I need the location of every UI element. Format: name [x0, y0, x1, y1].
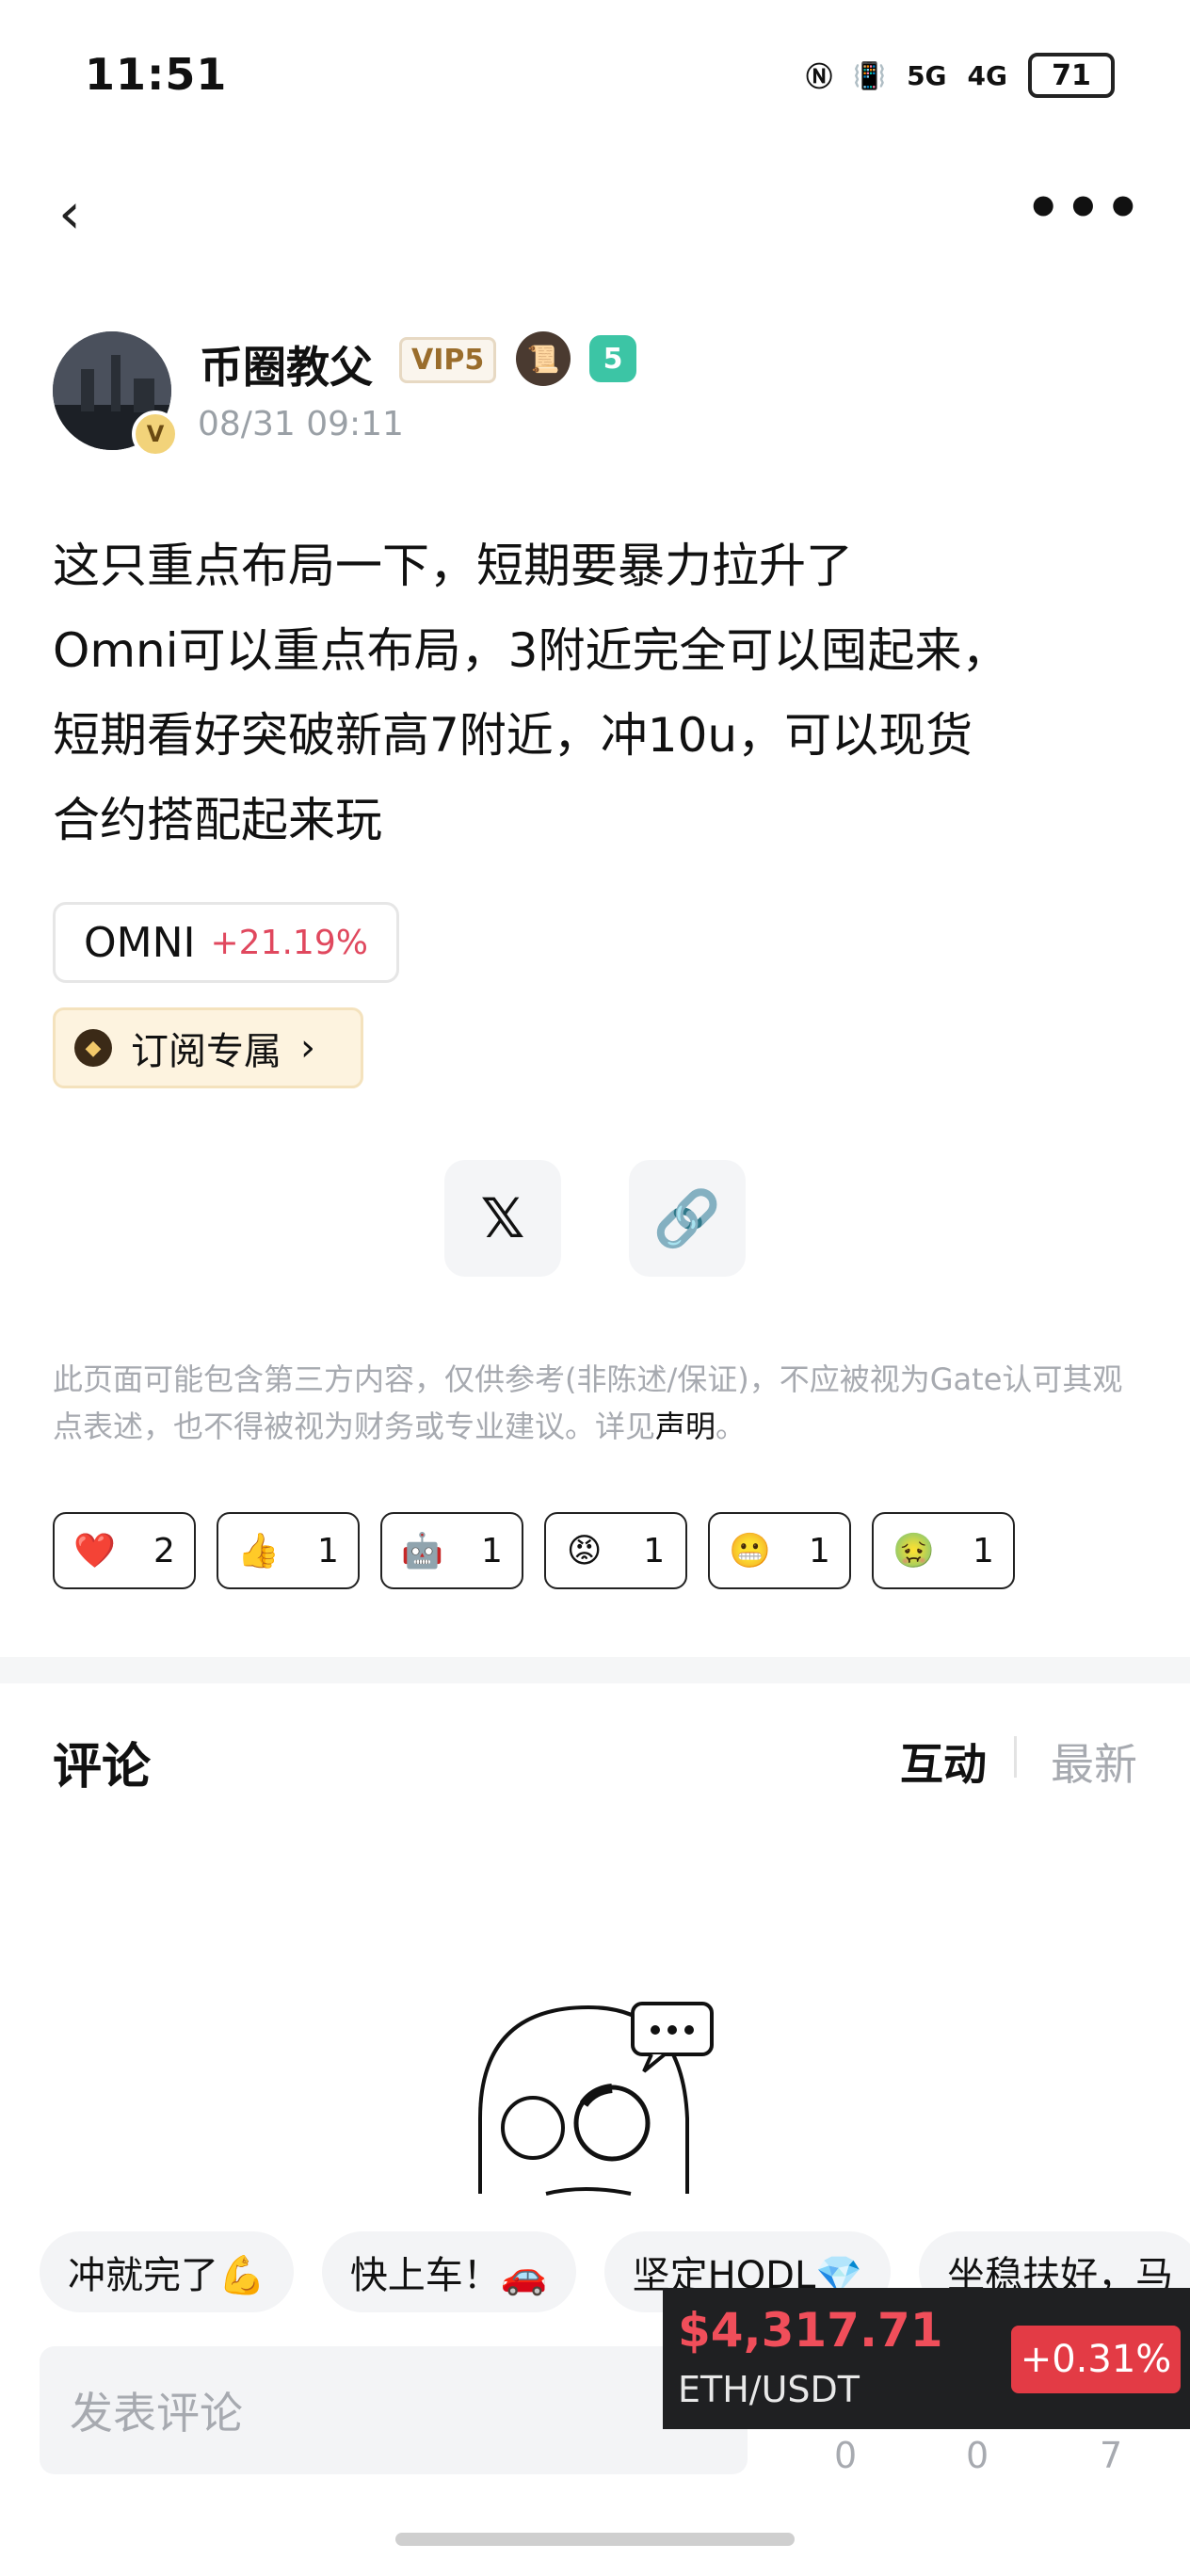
nfc-icon: Ⓝ — [806, 61, 833, 92]
diamond-icon: ◆ — [74, 1029, 112, 1067]
reaction-grimace[interactable]: 😬 1 — [708, 1512, 851, 1589]
home-indicator[interactable] — [395, 2533, 795, 2546]
copy-link-button[interactable]: 🔗 — [629, 1160, 746, 1277]
tab-interaction[interactable]: 互动 — [900, 1731, 987, 1793]
share-x-button[interactable]: 𝕏 — [444, 1160, 561, 1277]
coin-tag[interactable]: OMNI +21.19% — [53, 902, 399, 983]
battery-icon: 71 — [1028, 53, 1115, 98]
reaction-count: 1 — [809, 1531, 830, 1570]
x-icon: 𝕏 — [480, 1186, 525, 1250]
link-icon: 🔗 — [652, 1185, 722, 1250]
tab-divider — [1014, 1736, 1017, 1778]
subscribe-label: 订阅专属 — [131, 1030, 281, 1073]
status-icons: Ⓝ 📳 5G 4G 71 — [806, 53, 1115, 98]
share-count: 0 — [966, 2435, 989, 2476]
reaction-angry[interactable]: 😡 1 — [544, 1512, 687, 1589]
ticker-change: +0.31% — [1011, 2326, 1181, 2393]
reaction-hodl[interactable]: 🤖 1 — [380, 1512, 523, 1589]
reaction-count: 1 — [643, 1531, 666, 1570]
coin-name: OMNI — [84, 918, 196, 967]
section-divider — [0, 1657, 1190, 1683]
angry-icon: 😡 — [566, 1531, 603, 1570]
back-icon[interactable]: ‹ — [58, 181, 81, 247]
subscribe-button[interactable]: ◆ 订阅专属 › — [53, 1007, 363, 1088]
reaction-count: 1 — [481, 1531, 503, 1570]
vip-badge[interactable]: VIP5 — [399, 337, 497, 383]
status-time: 11:51 — [85, 49, 228, 100]
reaction-sick[interactable]: 🤢 1 — [872, 1512, 1015, 1589]
heart-icon: ❤️ — [73, 1532, 116, 1570]
quick-reply-chip[interactable]: 快上车！🚗 — [321, 2231, 576, 2312]
sick-icon: 🤢 — [892, 1532, 935, 1570]
grimace-icon: 😬 — [729, 1532, 771, 1570]
medal-icon[interactable]: 📜 — [516, 331, 571, 386]
username[interactable]: 币圈教父 — [200, 333, 373, 395]
chevron-right-icon: › — [300, 1026, 315, 1070]
comment-input[interactable]: 发表评论 — [40, 2346, 748, 2474]
post-content: 这只重点布局一下，短期要暴力拉升了 Omni可以重点布局，3附近完全可以囤起来，… — [53, 523, 1135, 862]
signal-4g-icon: 4G — [967, 59, 1007, 91]
price-ticker-widget[interactable]: $4,317.71 ETH/USDT +0.31% — [663, 2288, 1190, 2429]
more-options-icon[interactable]: ••• — [1025, 175, 1145, 241]
content-line: 短期看好突破新高7附近，冲10u，可以现货 — [53, 708, 973, 763]
ticker-pair: ETH/USDT — [678, 2369, 860, 2410]
reaction-count: 1 — [973, 1531, 994, 1570]
empty-comments-illustration — [478, 2002, 714, 2196]
ticker-price: $4,317.71 — [678, 2303, 943, 2358]
content-line: Omni可以重点布局，3附近完全可以囤起来， — [53, 623, 1009, 678]
post-timestamp: 08/31 09:11 — [198, 405, 404, 443]
vibrate-icon: 📳 — [853, 59, 887, 91]
content-line: 这只重点布局一下，短期要暴力拉升了 — [53, 539, 853, 593]
reaction-heart[interactable]: ❤️ 2 — [53, 1512, 196, 1589]
reaction-count: 1 — [317, 1531, 339, 1570]
reaction-count: 2 — [153, 1531, 175, 1570]
verified-badge-icon: V — [132, 411, 179, 458]
coin-change: +21.19% — [210, 923, 368, 962]
disclaimer-text: 此页面可能包含第三方内容，仅供参考(非陈述/保证)，不应被视为Gate认可其观点… — [53, 1361, 1123, 1444]
level-badge[interactable]: 5 — [589, 335, 636, 382]
disclaimer-link[interactable]: 声明 — [655, 1409, 716, 1444]
content-line: 合约搭配起来玩 — [53, 793, 382, 847]
disclaimer: 此页面可能包含第三方内容，仅供参考(非陈述/保证)，不应被视为Gate认可其观点… — [53, 1356, 1135, 1450]
thumbs-up-icon: 👍 — [237, 1532, 280, 1570]
disclaimer-end: 。 — [716, 1409, 747, 1444]
tab-latest[interactable]: 最新 — [1051, 1731, 1137, 1793]
comments-title: 评论 — [53, 1739, 152, 1795]
reactions-row: ❤️ 2 👍 1 🤖 1 😡 1 😬 1 🤢 1 — [53, 1512, 1015, 1589]
signal-5g-icon: 5G — [907, 59, 947, 91]
hodl-icon: 🤖 — [401, 1532, 443, 1570]
comment-count: 0 — [834, 2435, 858, 2476]
reaction-thumbs-up[interactable]: 👍 1 — [217, 1512, 360, 1589]
like-count: 7 — [1100, 2435, 1123, 2476]
quick-reply-chip[interactable]: 冲就完了💪 — [40, 2231, 294, 2312]
